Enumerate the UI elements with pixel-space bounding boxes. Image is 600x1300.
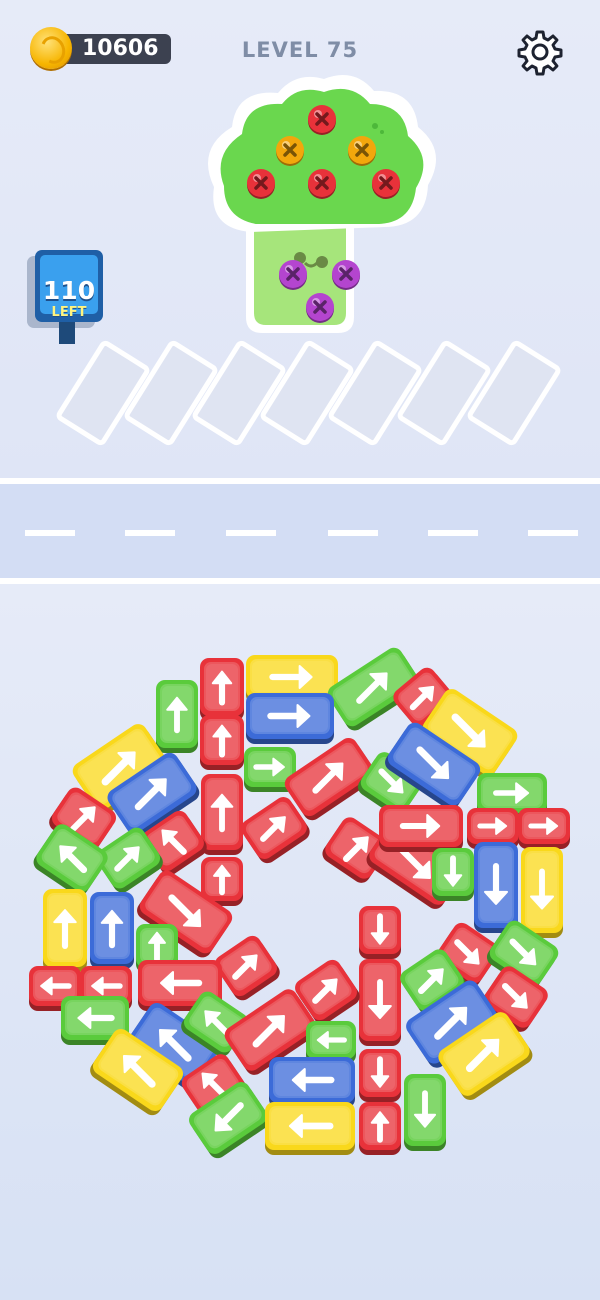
car-red[interactable]: [359, 1049, 401, 1102]
car-green[interactable]: [404, 1074, 446, 1151]
car-red[interactable]: [379, 805, 463, 852]
car-red[interactable]: [359, 959, 401, 1046]
car-yellow[interactable]: [43, 889, 87, 972]
car-yellow[interactable]: [265, 1102, 355, 1155]
car-red[interactable]: [201, 774, 243, 855]
car-red[interactable]: [359, 906, 401, 959]
car-yellow[interactable]: [521, 847, 563, 938]
car-board: [29, 647, 570, 1159]
car-green[interactable]: [156, 680, 198, 753]
car-blue[interactable]: [90, 892, 134, 969]
car-green[interactable]: [432, 848, 474, 901]
car-red[interactable]: [200, 715, 244, 770]
car-red[interactable]: [518, 808, 570, 849]
car-blue[interactable]: [269, 1057, 355, 1108]
car-red[interactable]: [359, 1102, 401, 1155]
car-blue[interactable]: [246, 693, 334, 744]
car-red[interactable]: [200, 658, 244, 721]
car-red[interactable]: [212, 932, 284, 1003]
car-blue[interactable]: [474, 842, 518, 933]
